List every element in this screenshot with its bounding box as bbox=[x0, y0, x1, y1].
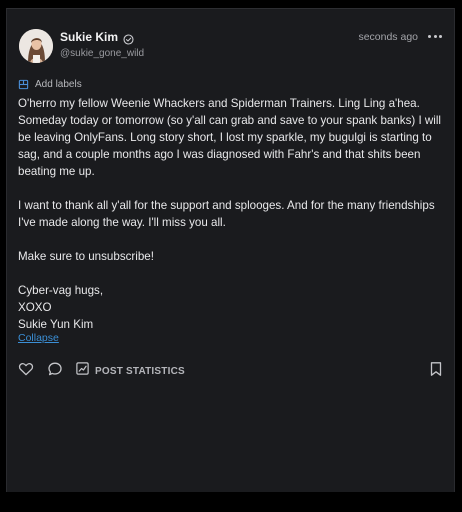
author-row: Sukie Kim bbox=[60, 30, 134, 45]
post-paragraph: Make sure to unsubscribe! bbox=[18, 250, 154, 263]
collapse-link[interactable]: Collapse bbox=[18, 332, 59, 344]
post-statistics-label: POST STATISTICS bbox=[95, 365, 185, 377]
heart-icon bbox=[18, 361, 34, 382]
like-button[interactable] bbox=[18, 361, 34, 382]
author-handle[interactable]: @sukie_gone_wild bbox=[60, 48, 144, 60]
add-labels-label: Add labels bbox=[35, 79, 82, 90]
post-card: Sukie Kim @sukie_gone_wild seconds ago A… bbox=[6, 8, 455, 492]
page-frame: Sukie Kim @sukie_gone_wild seconds ago A… bbox=[0, 0, 462, 512]
bookmark-button[interactable] bbox=[429, 361, 443, 382]
post-paragraph: O'herro my fellow Weenie Whackers and Sp… bbox=[18, 97, 442, 178]
bookmark-icon bbox=[429, 361, 443, 382]
comment-icon bbox=[47, 361, 63, 382]
comment-button[interactable] bbox=[47, 361, 63, 382]
post-paragraph: I want to thank all y'all for the suppor… bbox=[18, 199, 435, 229]
post-body: O'herro my fellow Weenie Whackers and Sp… bbox=[18, 95, 448, 333]
add-labels-button[interactable]: Add labels bbox=[18, 79, 82, 90]
post-actions: POST STATISTICS bbox=[18, 361, 443, 379]
signoff-line: Cyber-vag hugs, bbox=[18, 284, 104, 297]
timestamp: seconds ago bbox=[358, 31, 418, 43]
statistics-icon bbox=[75, 361, 90, 381]
verified-icon bbox=[123, 32, 134, 45]
post-statistics-button[interactable]: POST STATISTICS bbox=[75, 361, 185, 381]
signoff-line: XOXO bbox=[18, 301, 52, 314]
avatar[interactable] bbox=[19, 29, 53, 63]
author-name[interactable]: Sukie Kim bbox=[60, 30, 118, 44]
more-icon[interactable] bbox=[428, 30, 442, 42]
label-icon bbox=[18, 79, 29, 90]
signoff-line: Sukie Yun Kim bbox=[18, 318, 94, 331]
